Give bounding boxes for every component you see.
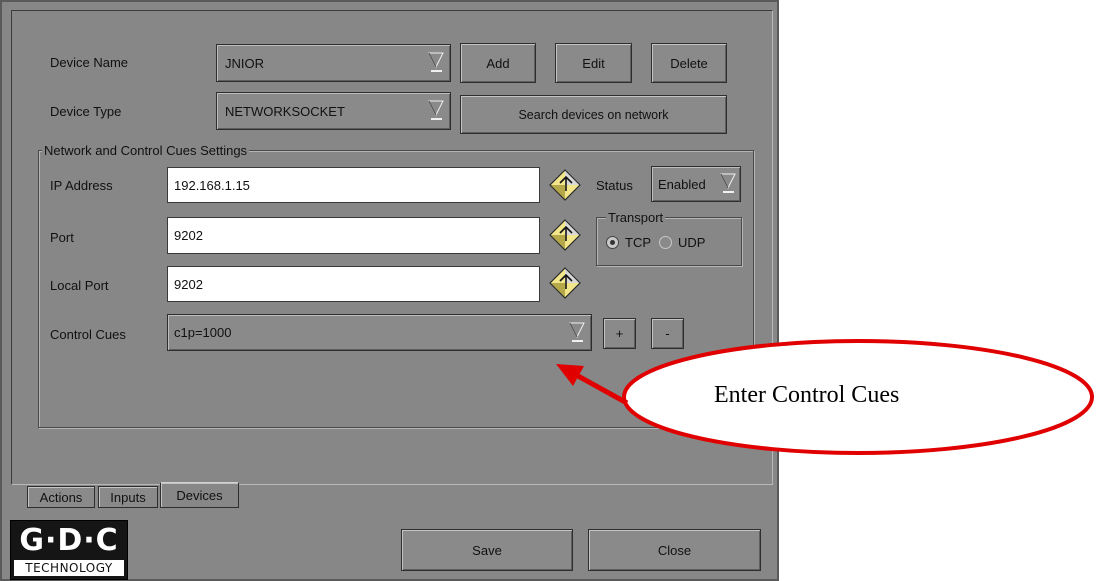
callout-arrow-line (576, 373, 629, 406)
annotation-overlay (556, 339, 1094, 455)
callout-text: Enter Control Cues (714, 382, 900, 408)
